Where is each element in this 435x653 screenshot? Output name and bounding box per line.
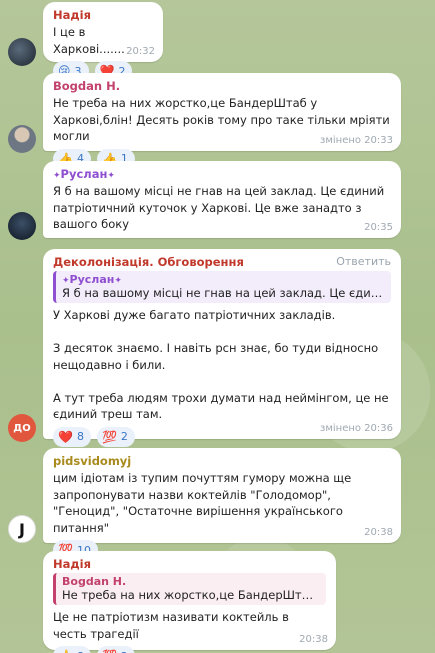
quote-text: Не треба на них жорстко,це БандерШтаб у …: [62, 588, 320, 602]
message-bubble[interactable]: Деколонізація. Обговорення Ответить ✦Рус…: [43, 249, 401, 447]
message-bubble[interactable]: Надія І це в Харкові....... 😢 3 ❤️ 2 20:…: [43, 2, 163, 81]
quote-sender: ✦Руслан✦: [62, 273, 385, 286]
reaction-chip[interactable]: 👍 8: [53, 646, 91, 653]
quote-sender: Bogdan H.: [62, 575, 127, 588]
avatar[interactable]: ДО: [8, 414, 36, 442]
message-time: змінено 20:36: [320, 423, 393, 434]
sparkle-icon: ✦: [107, 171, 115, 181]
sender-name[interactable]: Надія: [53, 8, 153, 22]
reaction-count: 8: [77, 650, 84, 653]
hundred-points-icon: 💯: [101, 429, 117, 444]
sender-name[interactable]: Надія: [53, 557, 326, 571]
reaction-chip[interactable]: 💯 2: [96, 426, 135, 447]
sender-label: Руслан: [60, 167, 108, 181]
sender-name[interactable]: ✦Руслан✦: [53, 167, 391, 181]
quote-text: Я б на вашому місці не гнав на цей закла…: [62, 286, 385, 300]
message-time: змінено 20:33: [320, 135, 393, 146]
sparkle-icon: ✦: [62, 276, 70, 286]
message-bubble[interactable]: pidsvidomyj цим ідіотам із тупим почуття…: [43, 448, 401, 560]
reply-quote[interactable]: Bogdan H. Не треба на них жорстко,це Бан…: [53, 573, 326, 605]
message-bubble[interactable]: Надія Bogdan H. Не треба на них жорстко,…: [43, 551, 336, 653]
message-text: У Харкові дуже багато патріотичних закла…: [53, 308, 389, 421]
reaction-chip[interactable]: ❤️ 8: [53, 426, 91, 447]
avatar[interactable]: [8, 125, 36, 153]
message-text: цим ідіотам із тупим почуттям гумору мож…: [53, 471, 352, 535]
message-bubble[interactable]: ✦Руслан✦ Я б на вашому місці не гнав на …: [43, 161, 401, 238]
message-text: Я б на вашому місці не гнав на цей закла…: [53, 184, 385, 231]
avatar-initials: ДО: [13, 422, 31, 434]
quote-sender-label: Руслан: [69, 273, 115, 286]
message-text: Це не патріотизм називати коктейль в чес…: [53, 610, 289, 641]
reactions: 👍 8 💯 2: [53, 646, 326, 653]
reaction-count: 2: [121, 650, 128, 653]
sparkle-icon: ✦: [114, 276, 122, 286]
avatar-initials: J: [19, 519, 25, 539]
avatar[interactable]: [8, 212, 36, 240]
avatar[interactable]: J: [8, 515, 36, 543]
message-time: 20:32: [126, 46, 155, 57]
message-bubble[interactable]: Bogdan H. Не треба на них жорстко,це Бан…: [43, 73, 401, 169]
sparkle-icon: ✦: [53, 171, 61, 181]
message-time: 20:38: [299, 634, 328, 645]
reaction-count: 2: [120, 430, 128, 443]
sender-name[interactable]: pidsvidomyj: [53, 454, 391, 468]
sender-name[interactable]: Bogdan H.: [53, 79, 391, 93]
message-time: 20:35: [364, 222, 393, 233]
red-heart-icon: ❤️: [58, 429, 73, 444]
reply-quote[interactable]: ✦Руслан✦ Я б на вашому місці не гнав на …: [53, 271, 391, 303]
message-time: 20:38: [364, 527, 393, 538]
avatar[interactable]: [8, 38, 36, 66]
reaction-chip[interactable]: 💯 2: [96, 646, 135, 653]
reaction-count: 8: [76, 430, 84, 443]
reply-button[interactable]: Ответить: [336, 255, 391, 268]
